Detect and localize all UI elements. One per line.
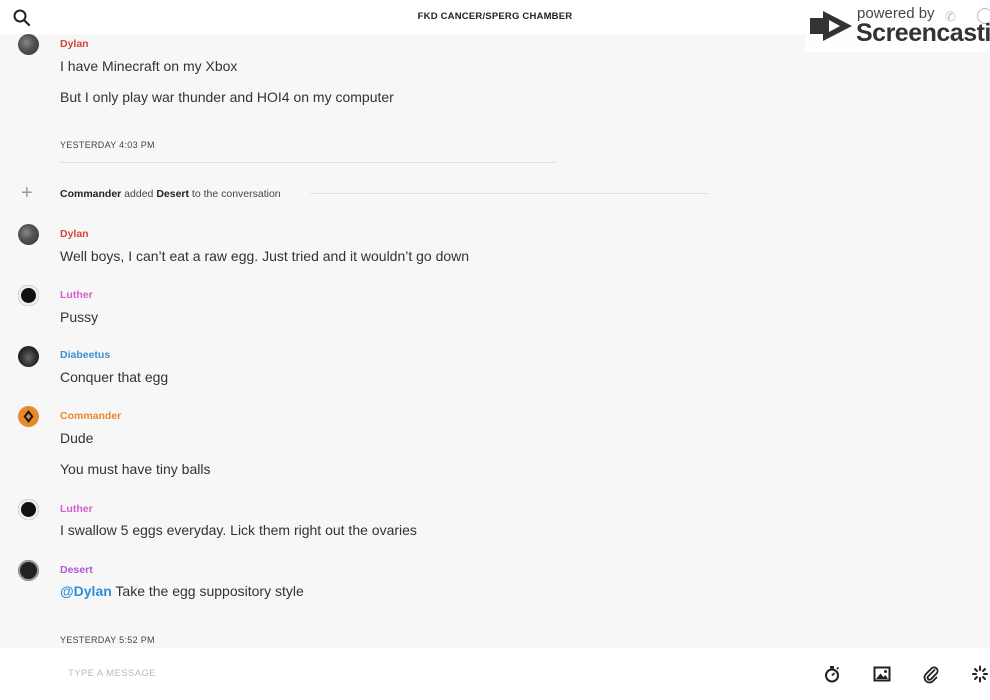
message-text: Conquer that egg (60, 369, 169, 385)
paperclip-icon[interactable] (921, 664, 941, 684)
avatar-luther[interactable] (18, 499, 39, 520)
message-text: You must have tiny balls (60, 461, 211, 477)
avatar-desert[interactable] (18, 560, 39, 581)
divider (60, 162, 556, 163)
message-text: But I only play war thunder and HOI4 on … (60, 89, 394, 105)
message-list: Dylan I have Minecraft on my Xbox But I … (0, 34, 990, 648)
message-author[interactable]: Dylan (60, 228, 89, 240)
message-author[interactable]: Luther (60, 289, 93, 301)
sparkle-icon[interactable] (970, 664, 990, 684)
message-text-body: Take the egg suppository style (111, 583, 304, 599)
avatar-luther[interactable] (18, 285, 39, 306)
message-author[interactable]: Dylan (60, 38, 89, 50)
system-actor: Commander (60, 188, 122, 200)
plus-icon: + (21, 182, 33, 204)
avatar-commander[interactable] (18, 406, 39, 427)
message-author[interactable]: Commander (60, 410, 121, 422)
timer-icon[interactable] (822, 664, 842, 684)
image-icon[interactable] (872, 664, 892, 684)
message-author[interactable]: Diabeetus (60, 349, 110, 361)
avatar-diabeetus[interactable] (18, 346, 39, 367)
message-text: @Dylan Take the egg suppository style (60, 583, 304, 599)
timestamp: YESTERDAY 4:03 PM (60, 140, 155, 150)
divider (310, 193, 708, 194)
message-author[interactable]: Luther (60, 503, 93, 515)
message-text: I have Minecraft on my Xbox (60, 58, 238, 74)
system-message: Commander added Desert to the conversati… (60, 188, 281, 200)
message-text: Well boys, I can’t eat a raw egg. Just t… (60, 248, 470, 264)
message-author[interactable]: Desert (60, 564, 93, 576)
system-verb: added (121, 188, 157, 200)
user-mention[interactable]: @Dylan (60, 583, 112, 599)
message-input[interactable]: TYPE A MESSAGE (68, 668, 156, 679)
avatar-dylan[interactable] (18, 224, 39, 245)
avatar-dylan[interactable] (18, 34, 39, 55)
message-text: Pussy (60, 309, 99, 325)
system-target: Desert (156, 188, 189, 200)
message-text: Dude (60, 430, 94, 446)
timestamp: YESTERDAY 5:52 PM (60, 635, 155, 645)
message-text: I swallow 5 eggs everyday. Lick them rig… (60, 522, 417, 538)
system-rest: to the conversation (189, 188, 281, 200)
message-composer: TYPE A MESSAGE (0, 648, 990, 700)
